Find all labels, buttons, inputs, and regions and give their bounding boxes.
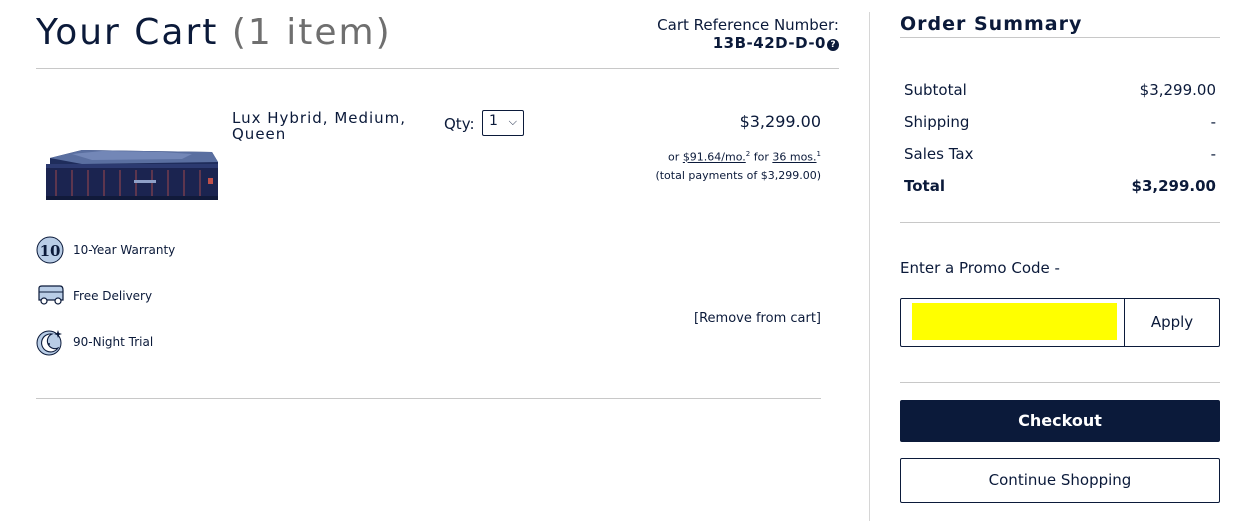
cart-reference: Cart Reference Number: 13B-42D-D-0? (657, 16, 839, 52)
footnote-2: 2 (745, 150, 751, 158)
divider (900, 382, 1220, 383)
checkout-button[interactable]: Checkout (900, 400, 1220, 442)
summary-label: Total (904, 177, 945, 195)
summary-value: - (1210, 145, 1216, 163)
cart-item-count: (1 item) (231, 12, 392, 53)
finance-monthly-link[interactable]: $91.64/mo. (683, 151, 746, 164)
finance-for: for (753, 150, 769, 164)
feature-label: Free Delivery (73, 289, 153, 303)
feature-label: 90-Night Trial (73, 335, 154, 349)
order-summary-title: Order Summary (900, 13, 1083, 35)
feature-delivery: Free Delivery (36, 282, 236, 310)
divider (36, 398, 821, 399)
finance-term-link[interactable]: 36 mos. (772, 151, 816, 164)
summary-value: - (1210, 113, 1216, 131)
divider (900, 222, 1220, 223)
promo-code-form: Apply (900, 298, 1220, 347)
warranty-10-icon: 10 (36, 236, 64, 264)
apply-promo-button[interactable]: Apply (1125, 299, 1219, 346)
finance-term: 36 mos. (772, 150, 817, 164)
remove-from-cart-link[interactable]: [Remove from cart] (694, 311, 821, 326)
question-circle-icon[interactable]: ? (827, 39, 839, 51)
summary-label: Subtotal (904, 81, 967, 99)
finance-monthly: $91.64/mo. (682, 150, 746, 164)
item-price: $3,299.00 (739, 112, 821, 131)
summary-value: $3,299.00 (1139, 81, 1216, 99)
promo-code-label: Enter a Promo Code - (900, 259, 1060, 277)
summary-label: Sales Tax (904, 145, 974, 163)
footnote-1: 1 (816, 150, 821, 158)
page-title-text: Your Cart (36, 12, 219, 53)
column-divider (869, 12, 870, 521)
qty-label: Qty: (444, 115, 475, 133)
divider (36, 68, 839, 69)
cart-reference-number: 13B-42D-D-0 (712, 34, 826, 52)
divider (900, 37, 1220, 38)
continue-shopping-button[interactable]: Continue Shopping (900, 458, 1220, 503)
finance-prefix: or (668, 150, 680, 164)
summary-value: $3,299.00 (1131, 177, 1216, 195)
moon-trial-icon (36, 330, 62, 356)
financing-info: or $91.64/mo.2 for 36 mos.1 (total payme… (655, 144, 821, 186)
page-title: Your Cart (1 item) (36, 12, 392, 53)
feature-label: 10-Year Warranty (73, 243, 176, 257)
quantity-select[interactable]: 1 ⌵ (482, 110, 524, 136)
chevron-down-icon: ⌵ (508, 115, 517, 128)
summary-label: Shipping (904, 113, 970, 131)
promo-code-input[interactable] (912, 303, 1117, 340)
cart-reference-label: Cart Reference Number: (657, 16, 839, 34)
feature-warranty: 10 10-Year Warranty (36, 236, 236, 264)
product-name[interactable]: Lux Hybrid, Medium, Queen (232, 110, 422, 142)
quantity-value: 1 (489, 113, 498, 129)
finance-total: (total payments of $3,299.00) (655, 168, 821, 182)
mattress-image (46, 150, 218, 200)
svg-text:10: 10 (40, 242, 61, 260)
delivery-truck-icon (38, 285, 64, 305)
feature-trial: 90-Night Trial (36, 328, 236, 356)
